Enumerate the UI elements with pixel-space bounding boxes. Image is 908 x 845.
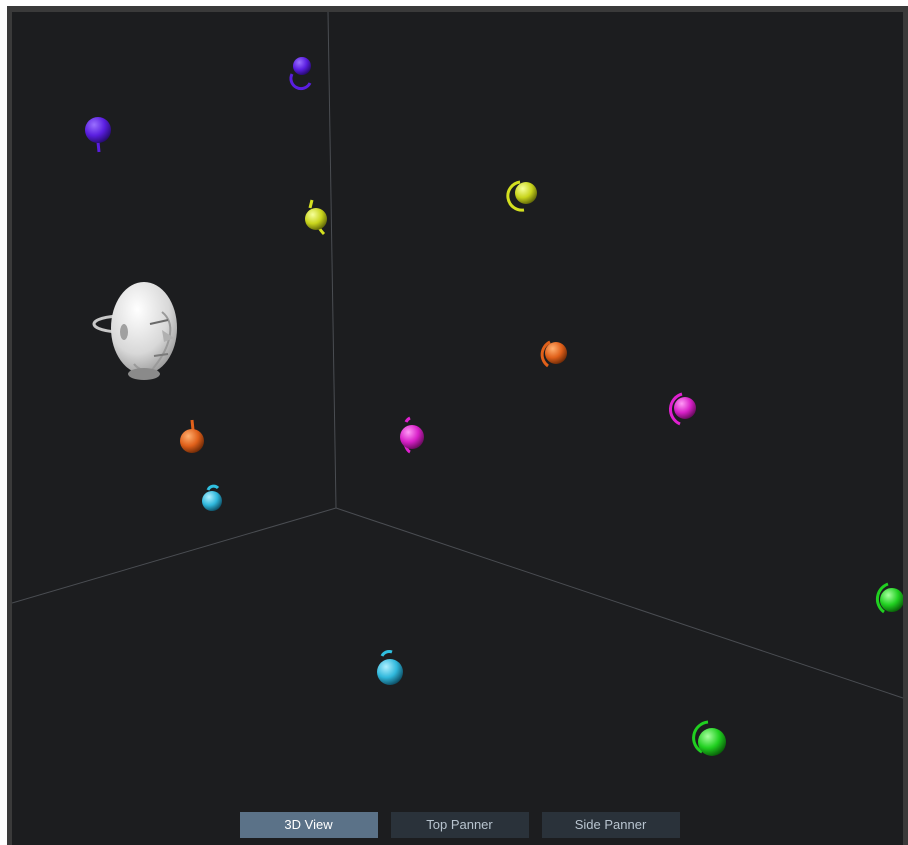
tab-3d-view[interactable]: 3D View — [239, 812, 378, 838]
tab-top-panner[interactable]: Top Panner — [390, 812, 529, 838]
source-purple-2[interactable] — [85, 117, 111, 153]
source-magenta-1[interactable] — [669, 392, 696, 426]
3d-scene — [12, 12, 903, 756]
source-orange-2[interactable] — [180, 419, 204, 453]
source-purple-1[interactable] — [289, 57, 312, 91]
panner-window: 3D View Top Panner Side Panner — [7, 6, 908, 845]
source-green-2[interactable] — [692, 720, 726, 756]
source-orange-1[interactable] — [540, 340, 567, 368]
view-tabs: 3D View Top Panner Side Panner — [12, 812, 903, 840]
3d-viewport[interactable]: 3D View Top Panner Side Panner — [12, 12, 903, 845]
source-yellow-1[interactable] — [305, 199, 327, 236]
source-yellow-2[interactable] — [506, 180, 537, 212]
source-cyan-1[interactable] — [202, 484, 222, 511]
listener-head-icon[interactable] — [92, 282, 177, 380]
tab-side-panner[interactable]: Side Panner — [541, 812, 680, 838]
source-green-1[interactable] — [875, 582, 903, 614]
source-cyan-2[interactable] — [377, 650, 403, 685]
source-magenta-2[interactable] — [400, 416, 424, 454]
